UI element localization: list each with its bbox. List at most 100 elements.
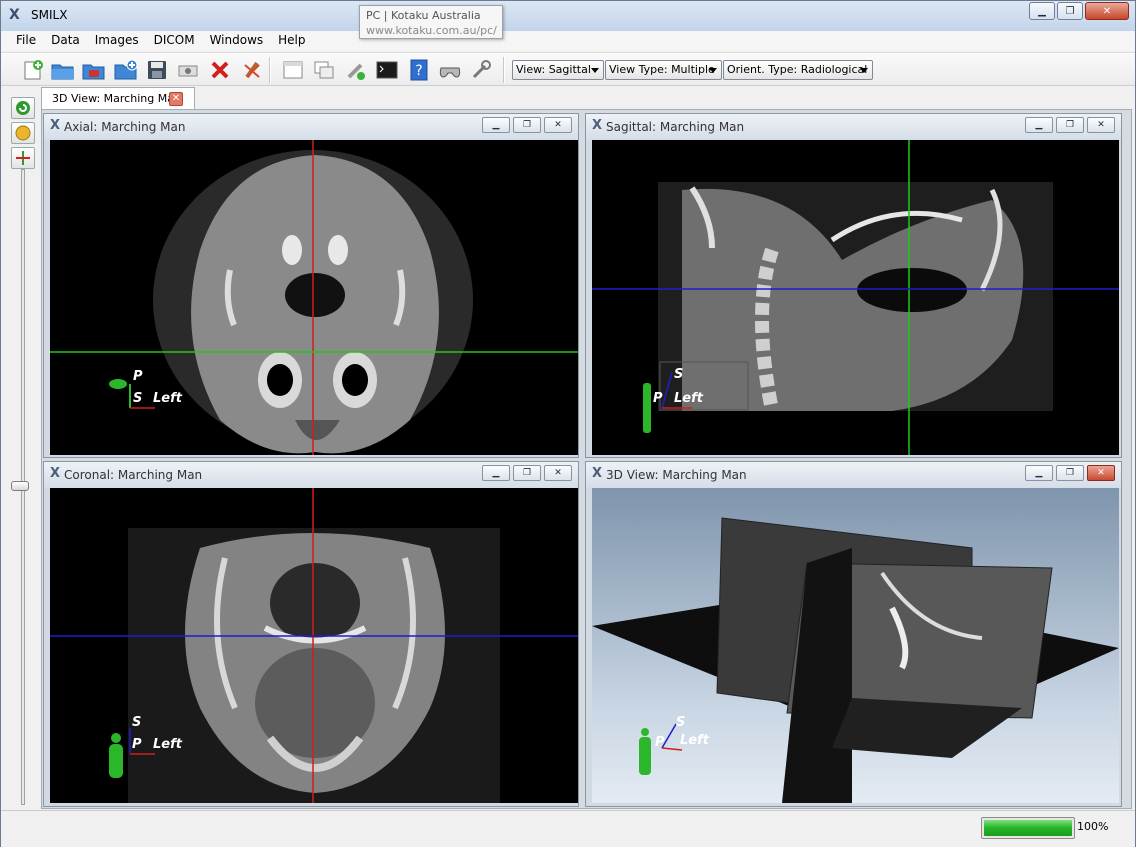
settings-icon[interactable] (469, 58, 493, 82)
progress-text: 100% (1077, 820, 1109, 833)
pane-close-button[interactable]: ✕ (1087, 465, 1115, 481)
orient-label-up: S (132, 715, 141, 730)
progress-bar (981, 817, 1075, 839)
tooltip-title: PC | Kotaku Australia (366, 9, 481, 22)
axial-viewport[interactable]: P S Left (50, 140, 578, 455)
sagittal-viewport[interactable]: S P Left (592, 140, 1119, 455)
orient-type-combo-value: Orient. Type: Radiological (727, 63, 868, 76)
screenshot-icon[interactable] (176, 58, 200, 82)
toolbar-separator (269, 57, 271, 83)
mdi-workspace: X Axial: Marching Man ▁ ❐ ✕ P S Left X S… (41, 109, 1132, 809)
pane-logo-icon: X (592, 466, 603, 481)
progress-fill (984, 820, 1072, 836)
orient-label-center: P (655, 735, 665, 750)
close-icon[interactable]: ✕ (169, 92, 183, 106)
tab-3d-view[interactable]: 3D View: Marching Man ✕ (41, 87, 195, 110)
pane-maximize-button[interactable]: ❐ (513, 117, 541, 133)
orient-type-combo[interactable]: Orient. Type: Radiological (723, 60, 873, 80)
tab-bar: 3D View: Marching Man ✕ (41, 87, 1131, 110)
pane-minimize-button[interactable]: ▁ (1025, 465, 1053, 481)
pane-title: Axial: Marching Man (64, 120, 186, 134)
pane-close-button[interactable]: ✕ (1087, 117, 1115, 133)
pane-minimize-button[interactable]: ▁ (482, 465, 510, 481)
orient-label-up: S (674, 367, 683, 382)
app-window: X SMILX ▁ ❐ ✕ PC | Kotaku Australia www.… (0, 0, 1136, 847)
pane-title-bar[interactable]: X Axial: Marching Man ▁ ❐ ✕ (44, 114, 578, 140)
orientation-widget: P S Left (109, 369, 183, 409)
browser-tooltip: PC | Kotaku Australia www.kotaku.com.au/… (359, 5, 503, 39)
pane-title: Sagittal: Marching Man (606, 120, 745, 134)
plugin-icon[interactable] (344, 58, 368, 82)
title-bar[interactable]: X SMILX ▁ ❐ ✕ (1, 1, 1135, 31)
orientation-widget: S P Left (639, 715, 710, 775)
orient-label-right: Left (153, 391, 183, 406)
svg-text:?: ? (415, 63, 422, 79)
face-icon[interactable] (11, 122, 35, 144)
pane-title-bar[interactable]: X 3D View: Marching Man ▁ ❐ ✕ (586, 462, 1121, 488)
orient-label-center: P (653, 391, 663, 406)
pane-close-button[interactable]: ✕ (544, 465, 572, 481)
help-icon[interactable]: ? (407, 58, 431, 82)
pane-close-button[interactable]: ✕ (544, 117, 572, 133)
view-combo-value: View: Sagittal (516, 63, 591, 76)
slice-slider-handle[interactable] (11, 481, 29, 491)
pane-maximize-button[interactable]: ❐ (1056, 117, 1084, 133)
3d-viewport[interactable]: S P Left (592, 488, 1119, 803)
pane-minimize-button[interactable]: ▁ (1025, 117, 1053, 133)
open-image-icon[interactable] (82, 58, 106, 82)
pane-maximize-button[interactable]: ❐ (513, 465, 541, 481)
chevron-down-icon (709, 68, 717, 73)
menu-bar: File Data Images DICOM Windows Help (1, 31, 1135, 51)
tab-label: 3D View: Marching Man (52, 92, 181, 105)
3d-slice-planes (592, 517, 1119, 803)
pane-sagittal: X Sagittal: Marching Man ▁ ❐ ✕ S P Left (585, 113, 1122, 458)
console-icon[interactable] (375, 58, 399, 82)
pane-title-bar[interactable]: X Sagittal: Marching Man ▁ ❐ ✕ (586, 114, 1121, 140)
chevron-down-icon (591, 68, 599, 73)
pane-logo-icon: X (592, 118, 603, 133)
menu-data[interactable]: Data (44, 31, 88, 51)
pane-maximize-button[interactable]: ❐ (1056, 465, 1084, 481)
open-series-icon[interactable] (114, 58, 138, 82)
refresh-icon[interactable] (11, 97, 35, 119)
close-button[interactable]: ✕ (1085, 2, 1129, 20)
orient-label-right: Left (680, 733, 710, 748)
crosshair-icon[interactable] (11, 147, 35, 169)
toolbar-separator (503, 57, 505, 83)
layout-cascade-icon[interactable] (312, 58, 336, 82)
menu-help[interactable]: Help (271, 31, 313, 51)
orient-label-right: Left (153, 737, 183, 752)
left-toolbar (9, 95, 37, 805)
pane-minimize-button[interactable]: ▁ (482, 117, 510, 133)
main-toolbar: ? View: Sagittal View Type: Multiple Ori… (1, 52, 1135, 86)
coronal-viewport[interactable]: S P Left (50, 488, 578, 803)
status-bar: 100% (1, 810, 1135, 847)
view-type-combo-value: View Type: Multiple (609, 63, 715, 76)
pane-title: 3D View: Marching Man (606, 468, 747, 482)
coronal-ct-image (128, 528, 500, 803)
pane-title: Coronal: Marching Man (64, 468, 203, 482)
open-folder-icon[interactable] (51, 58, 75, 82)
tooltip-url: www.kotaku.com.au/pc/ (366, 24, 497, 37)
minimize-button[interactable]: ▁ (1029, 2, 1055, 20)
smilx-logo-icon: X (9, 7, 20, 23)
pane-logo-icon: X (50, 466, 61, 481)
menu-windows[interactable]: Windows (203, 31, 272, 51)
pane-logo-icon: X (50, 118, 61, 133)
pane-title-bar[interactable]: X Coronal: Marching Man ▁ ❐ ✕ (44, 462, 578, 488)
layout-single-icon[interactable] (281, 58, 305, 82)
clear-icon[interactable] (240, 58, 264, 82)
new-icon[interactable] (21, 58, 45, 82)
orient-label-center: S (133, 391, 142, 406)
menu-file[interactable]: File (9, 31, 44, 51)
orient-label-up: P (133, 369, 143, 384)
delete-icon[interactable] (208, 58, 232, 82)
view-combo[interactable]: View: Sagittal (512, 60, 604, 80)
menu-images[interactable]: Images (88, 31, 147, 51)
save-icon[interactable] (145, 58, 169, 82)
menu-dicom[interactable]: DICOM (147, 31, 203, 51)
maximize-button[interactable]: ❐ (1057, 2, 1083, 20)
game-icon[interactable] (438, 58, 462, 82)
sagittal-ct-image (658, 182, 1053, 412)
view-type-combo[interactable]: View Type: Multiple (605, 60, 722, 80)
